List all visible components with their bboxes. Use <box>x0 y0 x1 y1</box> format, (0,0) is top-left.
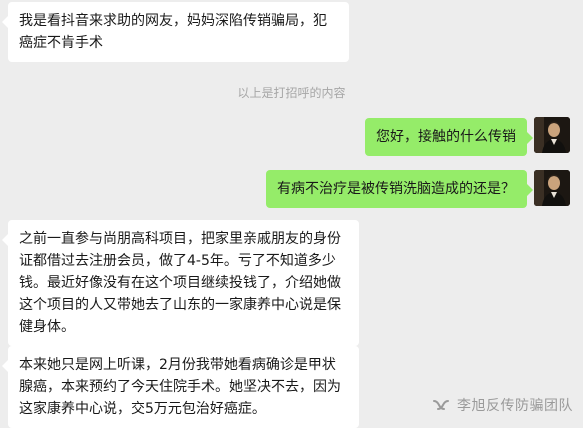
watermark: 李旭反传防骗团队 <box>431 395 573 415</box>
message-bubble-incoming-3[interactable]: 本来她只是网上听课，2月份我带她看病确诊是甲状腺癌，本来预约了今天住院手术。她坚… <box>2 346 359 428</box>
message-bubble-incoming-2[interactable]: 之前一直参与尚朋高科项目，把家里亲戚朋友的身份证都借过去注册会员，做了4-5年。… <box>2 220 359 346</box>
avatar-portrait-icon <box>534 170 570 206</box>
system-tip: 以上是打招呼的内容 <box>237 86 346 100</box>
avatar[interactable] <box>534 170 570 206</box>
message-bubble-outgoing-1[interactable]: 您好，接触的什么传销 <box>365 118 533 156</box>
watermark-text: 李旭反传防骗团队 <box>457 398 573 414</box>
avatar[interactable] <box>534 117 570 153</box>
avatar-portrait-icon <box>534 117 570 153</box>
message-bubble-outgoing-2[interactable]: 有病不治疗是被传销洗脑造成的还是？ <box>266 170 533 208</box>
message-bubble-incoming-1[interactable]: 我是看抖音来求助的网友，妈妈深陷传销骗局，犯癌症不肯手术 <box>2 2 349 62</box>
wechat-channel-icon <box>433 400 449 410</box>
